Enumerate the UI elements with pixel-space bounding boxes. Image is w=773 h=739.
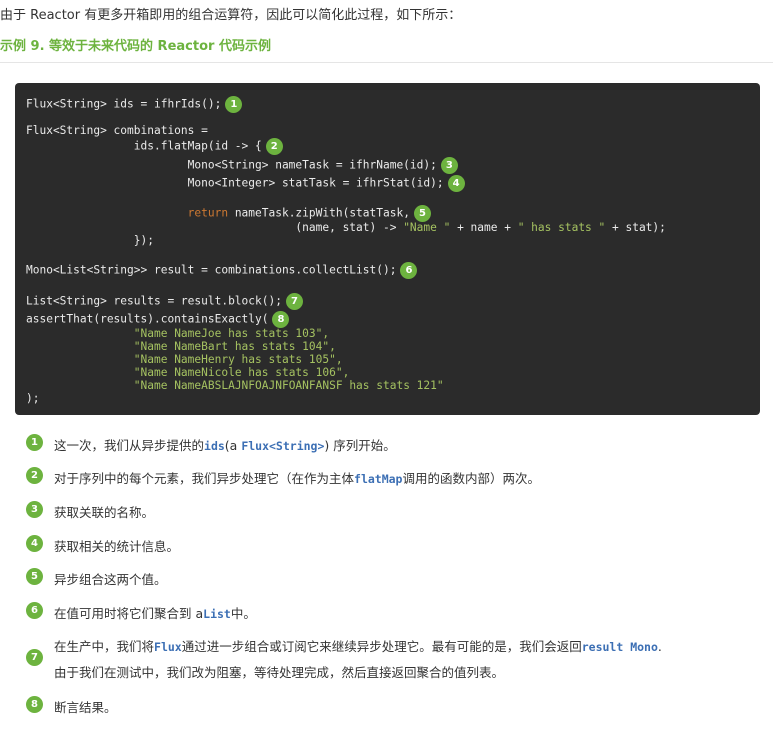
code-line: "Name NameNicole has stats 106", (26, 366, 350, 379)
string-literal: "Name NameNicole has stats 106", (133, 366, 350, 379)
code-line: List<String> results = result.block(); 7 (26, 293, 303, 310)
code-line: (name, stat) -> "Name " + name + " has s… (26, 221, 666, 234)
callout-text: 对于序列中的每个元素，我们异步处理它（在作为主体flatMap调用的函数内部）两… (54, 471, 540, 486)
callout-text-line2: 由于我们在测试中，我们改为阻塞，等待处理完成，然后直接返回聚合的值列表。 (54, 665, 505, 680)
callout-text: 获取关联的名称。 (54, 505, 155, 520)
string-literal: "Name NameABSLAJNFOAJNFOANFANSF has stat… (133, 379, 444, 392)
code-line: assertThat(results).containsExactly(8 (26, 311, 290, 328)
callout-text: 在值可用时将它们聚合到 aList中。 (54, 606, 256, 621)
intro-paragraph: 由于 Reactor 有更多开箱即用的组合运算符，因此可以简化此过程，如下所示： (0, 8, 462, 23)
string-literal: " has stats " (517, 221, 606, 234)
inline-code: List (203, 607, 231, 621)
code-line: ids.flatMap(id -> {2 (26, 138, 283, 155)
inline-code: Flux (154, 640, 182, 654)
callout-badge-4: 4 (447, 175, 465, 192)
callout-badge-4: 4 (26, 535, 43, 552)
callout-text: 这一次，我们从异步提供的ids(a Flux<String>) 序列开始。 (54, 438, 396, 453)
callout-text: 获取相关的统计信息。 (54, 539, 180, 554)
code-line: return nameTask.zipWith(statTask, 5 (26, 205, 431, 222)
callout-badge-5: 5 (26, 568, 43, 585)
callout-badge-2: 2 (26, 467, 43, 484)
inline-code: result Mono (581, 640, 658, 654)
callout-text: 断言结果。 (54, 700, 117, 715)
code-line: }); (26, 234, 154, 247)
callout-badge-3: 3 (440, 157, 458, 174)
code-block: Flux<String> ids = ifhrIds(); 1 Flux<Stri… (15, 83, 760, 415)
string-literal: "Name NameJoe has stats 103", (133, 327, 330, 340)
code-line: Mono<String> nameTask = ifhrName(id); 3 (26, 157, 458, 174)
code-line: Flux<String> ids = ifhrIds(); 1 (26, 96, 243, 113)
callout-badge-1: 1 (225, 96, 243, 113)
string-literal: "Name NameHenry has stats 105", (133, 353, 343, 366)
code-line: Mono<Integer> statTask = ifhrStat(id); 4 (26, 175, 465, 192)
code-line: "Name NameBart has stats 104", (26, 340, 336, 353)
example-title: 示例 9. 等效于未来代码的 Reactor 代码示例 (0, 39, 271, 54)
divider (0, 62, 773, 63)
callout-badge-8: 8 (26, 696, 43, 713)
callout-badge-5: 5 (413, 205, 431, 222)
code-line: "Name NameHenry has stats 105", (26, 353, 343, 366)
keyword: return (187, 206, 229, 220)
callout-text: 异步组合这两个值。 (54, 572, 167, 587)
inline-code: ids (204, 439, 225, 453)
callout-badge-8: 8 (272, 311, 290, 328)
callout-badge-7: 7 (26, 649, 43, 666)
string-literal: "Name NameBart has stats 104", (133, 340, 336, 353)
callout-text: 在生产中，我们将Flux通过进一步组合或订阅它来继续异步处理它。最有可能的是，我… (54, 639, 662, 654)
string-literal: "Name " (403, 221, 451, 234)
inline-code: Flux<String> (241, 439, 325, 453)
callout-badge-6: 6 (400, 262, 418, 279)
code-line: Mono<List<String>> result = combinations… (26, 262, 418, 279)
code-line: ); (26, 392, 40, 405)
callout-badge-6: 6 (26, 602, 43, 619)
inline-code: flatMap (354, 472, 403, 486)
callout-badge-7: 7 (285, 293, 303, 310)
callout-badge-2: 2 (265, 138, 283, 155)
callout-badge-1: 1 (26, 434, 43, 451)
callout-badge-3: 3 (26, 501, 43, 518)
code-line: "Name NameABSLAJNFOAJNFOANFANSF has stat… (26, 379, 444, 392)
code-line: "Name NameJoe has stats 103", (26, 327, 329, 340)
code-line: Flux<String> combinations = (26, 124, 208, 137)
